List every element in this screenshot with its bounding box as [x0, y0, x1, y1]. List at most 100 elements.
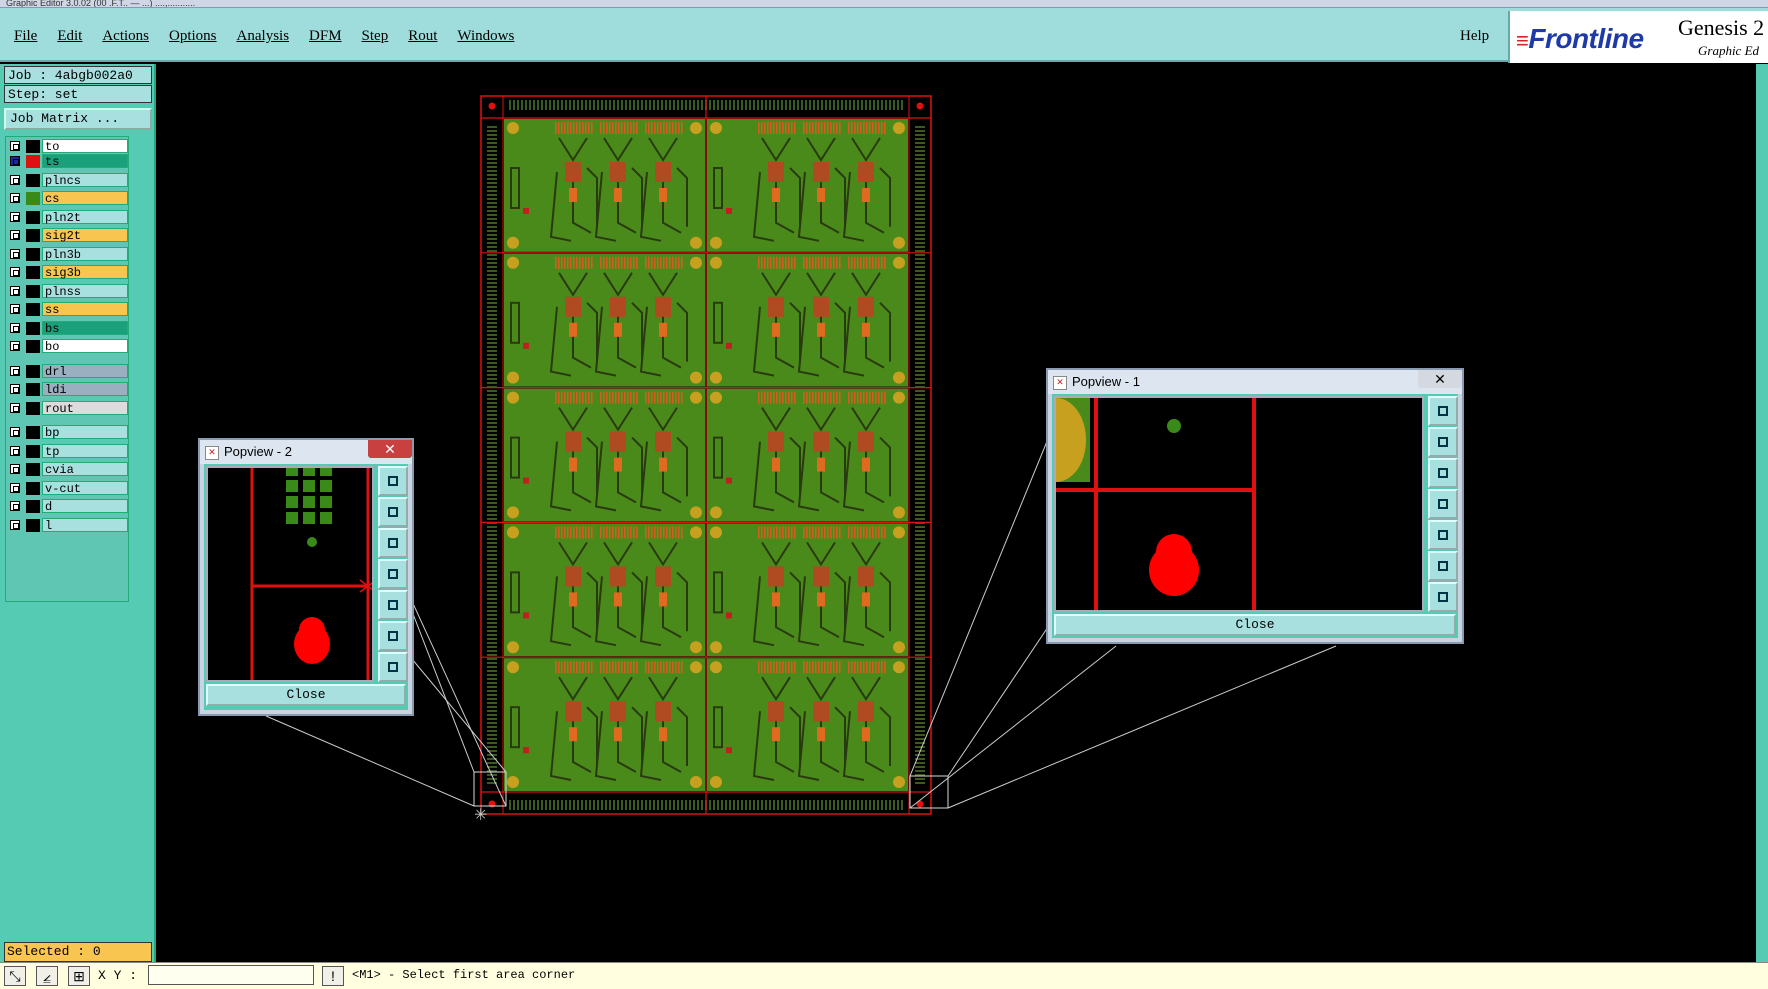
layer-name[interactable]: bp [42, 425, 128, 440]
layer-name[interactable]: sig2t [42, 228, 128, 243]
menu-rout[interactable]: Rout [408, 28, 437, 45]
layer-checkbox[interactable] [10, 141, 20, 151]
layer-name[interactable]: pln2t [42, 209, 128, 225]
layer-row-pln3b[interactable]: pln3b [6, 246, 128, 262]
layer-name[interactable]: rout [42, 400, 128, 416]
layer-name[interactable]: cs [42, 191, 128, 206]
pan-up-icon[interactable] [1428, 427, 1458, 457]
menu-analysis[interactable]: Analysis [237, 28, 290, 45]
menu-windows[interactable]: Windows [457, 28, 514, 45]
menu-edit[interactable]: Edit [57, 28, 82, 45]
pan-down-icon[interactable] [1428, 458, 1458, 488]
grid-tool-icon[interactable]: ⊞ [68, 966, 90, 986]
layer-checkbox[interactable] [10, 193, 20, 203]
layer-checkbox[interactable] [10, 384, 20, 394]
layer-checkbox[interactable] [10, 304, 20, 314]
layer-checkbox[interactable] [10, 174, 20, 185]
layer-checkbox[interactable] [10, 427, 20, 437]
layer-name[interactable]: sig3b [42, 265, 128, 280]
menu-file[interactable]: File [14, 28, 37, 45]
layer-name[interactable]: l [42, 517, 128, 533]
layer-name[interactable]: cvia [42, 462, 128, 477]
select-tool-icon[interactable]: ⤡ [4, 966, 26, 986]
layer-checkbox[interactable] [10, 501, 20, 511]
layer-row-sig2t[interactable]: sig2t [6, 228, 128, 243]
layer-checkbox[interactable] [10, 285, 20, 296]
menu-options[interactable]: Options [169, 28, 217, 45]
measure-tool-icon[interactable]: ⦤ [36, 966, 58, 986]
layer-row-ts[interactable]: ts [6, 154, 128, 169]
pan-up-icon[interactable] [378, 497, 408, 527]
layer-name[interactable]: tp [42, 443, 128, 459]
popview-2-view[interactable] [206, 466, 374, 682]
layer-row-cs[interactable]: cs [6, 191, 128, 206]
popview-1-close-button[interactable]: Close [1054, 614, 1456, 636]
layer-checkbox[interactable] [10, 402, 20, 413]
zoom-out-icon[interactable] [1428, 582, 1458, 612]
layer-row-v-cut[interactable]: v-cut [6, 480, 128, 496]
zoom-fit-icon[interactable] [378, 466, 408, 496]
zoom-in-icon[interactable] [1428, 551, 1458, 581]
layer-name[interactable]: to [42, 139, 128, 154]
layer-row-d[interactable]: d [6, 499, 128, 514]
layer-name[interactable]: bo [42, 339, 128, 354]
layer-row-cvia[interactable]: cvia [6, 462, 128, 477]
layer-checkbox[interactable] [10, 482, 20, 493]
layer-row-ss[interactable]: ss [6, 302, 128, 317]
layer-row-bo[interactable]: bo [6, 339, 128, 354]
pan-down-icon[interactable] [378, 528, 408, 558]
layer-checkbox[interactable] [10, 464, 20, 474]
layer-name[interactable]: v-cut [42, 480, 128, 496]
layer-checkbox[interactable] [10, 211, 20, 222]
alert-icon[interactable]: ! [322, 966, 344, 986]
layer-name[interactable]: ss [42, 302, 128, 317]
layer-checkbox[interactable] [10, 519, 20, 530]
job-matrix-button[interactable]: Job Matrix ... [4, 108, 152, 130]
layer-row-bp[interactable]: bp [6, 425, 128, 440]
popview-1-titlebar[interactable]: ✕ Popview - 1 [1048, 370, 1462, 394]
layer-row-ldi[interactable]: ldi [6, 382, 128, 397]
graphic-canvas[interactable]: ✳ ✕ Popview - 2 ✕ Close ✕ Popview - 1 ✕ … [156, 64, 1756, 962]
layer-checkbox[interactable] [10, 230, 20, 240]
layer-checkbox[interactable] [10, 322, 20, 333]
layer-row-tp[interactable]: tp [6, 443, 128, 459]
layer-checkbox[interactable] [10, 365, 20, 376]
layer-row-bs[interactable]: bs [6, 320, 128, 336]
xy-input[interactable] [148, 965, 314, 985]
close-icon[interactable]: ✕ [1418, 370, 1462, 388]
zoom-out-icon[interactable] [378, 652, 408, 682]
menu-dfm[interactable]: DFM [309, 28, 342, 45]
layer-checkbox[interactable] [10, 445, 20, 456]
pan-left-icon[interactable] [1428, 489, 1458, 519]
layer-row-plnss[interactable]: plnss [6, 283, 128, 299]
layer-row-rout[interactable]: rout [6, 400, 128, 416]
menu-actions[interactable]: Actions [102, 28, 149, 45]
layer-name[interactable]: d [42, 499, 128, 514]
layer-row-l[interactable]: l [6, 517, 128, 533]
pan-left-icon[interactable] [378, 559, 408, 589]
layer-name[interactable]: ts [42, 154, 128, 169]
layer-name[interactable]: drl [42, 363, 128, 379]
layer-name[interactable]: bs [42, 320, 128, 336]
menu-help[interactable]: Help [1460, 28, 1489, 45]
layer-row-to[interactable]: to [6, 139, 128, 154]
layer-name[interactable]: pln3b [42, 246, 128, 262]
layer-checkbox[interactable] [10, 248, 20, 259]
layer-checkbox[interactable] [10, 341, 20, 351]
zoom-fit-icon[interactable] [1428, 396, 1458, 426]
layer-row-plncs[interactable]: plncs [6, 172, 128, 188]
layer-row-drl[interactable]: drl [6, 363, 128, 379]
menu-step[interactable]: Step [362, 28, 389, 45]
popview-1-view[interactable] [1054, 396, 1424, 612]
layer-row-pln2t[interactable]: pln2t [6, 209, 128, 225]
layer-checkbox[interactable] [10, 267, 20, 277]
close-icon[interactable]: ✕ [368, 440, 412, 458]
layer-row-sig3b[interactable]: sig3b [6, 265, 128, 280]
layer-name[interactable]: plnss [42, 283, 128, 299]
pan-right-icon[interactable] [378, 590, 408, 620]
layer-name[interactable]: plncs [42, 172, 128, 188]
pan-right-icon[interactable] [1428, 520, 1458, 550]
layer-checkbox[interactable] [10, 156, 20, 166]
zoom-in-icon[interactable] [378, 621, 408, 651]
layer-name[interactable]: ldi [42, 382, 128, 397]
